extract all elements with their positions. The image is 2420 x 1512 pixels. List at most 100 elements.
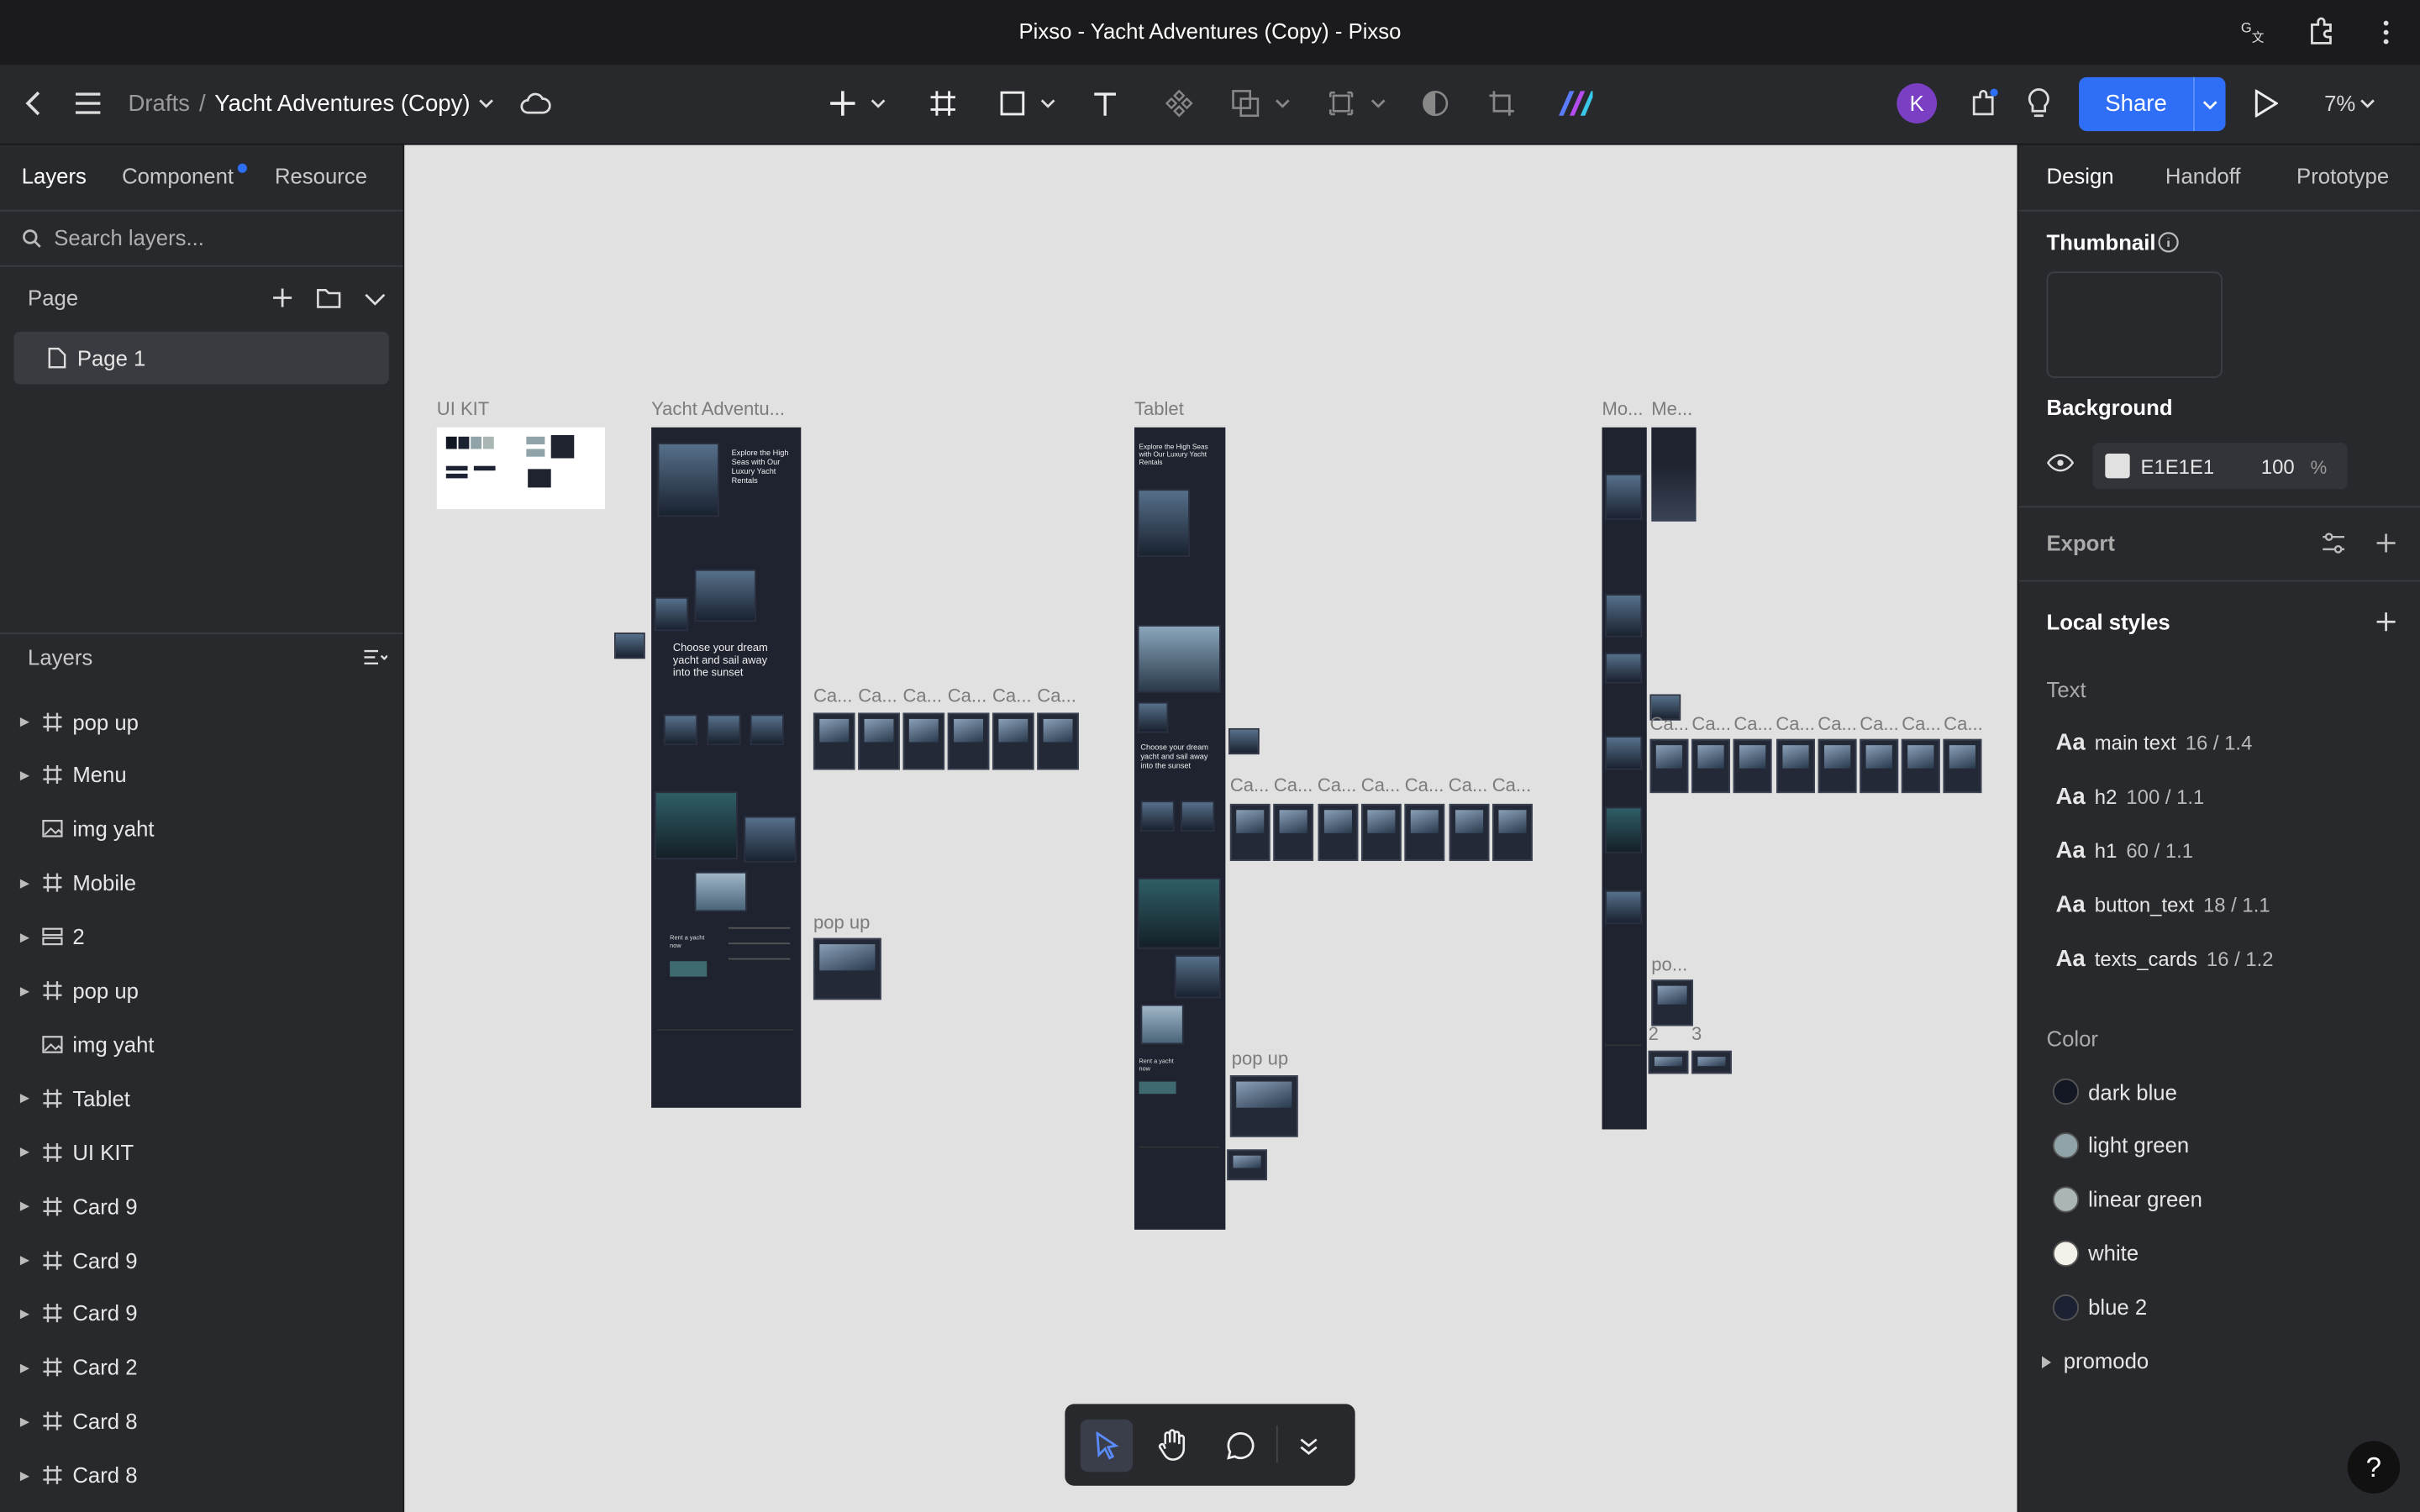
add-page-icon[interactable] [271, 287, 293, 309]
popup-frame[interactable] [813, 937, 881, 1000]
frame-label-card[interactable]: Ca... [1492, 774, 1532, 796]
card-frame[interactable] [1229, 803, 1270, 861]
caret-right-icon[interactable]: ▶ [20, 1252, 29, 1267]
add-style-icon[interactable] [2375, 611, 2397, 633]
boolean-icon[interactable] [1228, 65, 1262, 142]
ai-plugin-icon[interactable] [1555, 65, 1596, 142]
background-swatch[interactable] [2105, 453, 2130, 479]
card-frame[interactable] [1404, 803, 1445, 861]
frame-label-card[interactable]: Ca... [1776, 713, 1815, 735]
chevron-down-icon[interactable] [2195, 99, 2226, 109]
chevron-double-down-icon[interactable] [1300, 1436, 1318, 1455]
caret-right-icon[interactable]: ▶ [20, 1091, 29, 1105]
card-frame[interactable] [947, 712, 990, 770]
help-button[interactable]: ? [2347, 1441, 2401, 1494]
card-frame[interactable] [1649, 738, 1689, 794]
tab-handoff[interactable]: Handoff [2165, 164, 2241, 188]
hand-tool-icon[interactable] [1158, 1429, 1189, 1462]
component-icon[interactable] [1162, 65, 1196, 142]
auto-layout-icon[interactable] [1324, 65, 1358, 142]
card-frame[interactable] [1902, 738, 1941, 794]
layer-row[interactable]: ▶ 2 [0, 910, 402, 963]
card-frame[interactable] [1037, 712, 1079, 770]
text-style-item[interactable]: Aa texts_cards 16 / 1.2 [2056, 945, 2274, 971]
layer-row[interactable]: ▶ UI KIT [0, 1125, 402, 1179]
chevron-down-icon[interactable] [364, 293, 386, 306]
background-opacity[interactable]: 100 [2261, 455, 2295, 479]
tab-component[interactable]: Component [122, 164, 234, 188]
card-frame[interactable] [858, 712, 900, 770]
thumbnail-placeholder[interactable] [2046, 271, 2223, 378]
card-frame[interactable] [1448, 803, 1489, 861]
frame-label-desktop[interactable]: Yacht Adventu... [651, 398, 785, 420]
chevron-down-icon[interactable] [1369, 65, 1387, 142]
caret-right-icon[interactable]: ▶ [20, 1307, 29, 1321]
add-icon[interactable] [826, 65, 860, 142]
translate-icon[interactable]: G文 [2241, 18, 2265, 44]
tab-design[interactable]: Design [2047, 164, 2114, 188]
layer-row[interactable]: img yaht [0, 1017, 402, 1071]
layer-row[interactable]: ▶ Mobile [0, 856, 402, 910]
user-avatar[interactable]: K [1897, 83, 1938, 123]
frame-label-pop-up-short[interactable]: po... [1651, 953, 1687, 975]
text-tool-icon[interactable] [1088, 65, 1122, 142]
more-vertical-icon[interactable] [2380, 18, 2392, 46]
img-yaht-thumb[interactable] [1228, 727, 1260, 755]
file-name[interactable]: Yacht Adventures (Copy) [214, 65, 470, 142]
canvas[interactable]: UI KIT Yacht Adventu... Explore the High… [404, 144, 2018, 1512]
chevron-down-icon[interactable] [2359, 65, 2377, 142]
frame-desktop[interactable]: Explore the High Seas with Our Luxury Ya… [651, 427, 802, 1108]
frame-label-card[interactable]: Ca... [858, 685, 897, 707]
chevron-down-icon[interactable] [1273, 65, 1292, 142]
frame-label-card[interactable]: Ca... [902, 685, 942, 707]
play-icon[interactable] [2249, 65, 2282, 142]
layer-row[interactable]: ▶ Tablet [0, 1071, 402, 1125]
frame-label-pop-up[interactable]: pop up [1232, 1047, 1288, 1069]
popup-frame[interactable] [1651, 979, 1693, 1026]
caret-right-icon[interactable] [2041, 1356, 2052, 1369]
text-style-item[interactable]: Aa h2 100 / 1.1 [2056, 784, 2205, 810]
frame-label-ui-kit[interactable]: UI KIT [437, 398, 489, 420]
breadcrumb-drafts[interactable]: Drafts [128, 65, 189, 142]
card-frame[interactable] [813, 712, 855, 770]
caret-right-icon[interactable]: ▶ [20, 1415, 29, 1429]
chevron-down-icon[interactable] [869, 65, 887, 142]
mask-icon[interactable] [1418, 65, 1452, 142]
layer-row[interactable]: ▶ Card 9 [0, 1287, 402, 1341]
card-frame[interactable] [1860, 738, 1899, 794]
text-style-item[interactable]: Aa h1 60 / 1.1 [2056, 837, 2194, 864]
layer-row[interactable]: img yaht [0, 802, 402, 856]
card-frame[interactable] [1691, 738, 1731, 794]
frame-label-card[interactable]: Ca... [992, 685, 1032, 707]
zoom-level[interactable]: 7% [2324, 65, 2355, 142]
background-color-field[interactable]: E1E1E1 100 % [2092, 443, 2348, 490]
color-style-item[interactable]: linear green [2052, 1186, 2202, 1213]
caret-right-icon[interactable]: ▶ [20, 1361, 29, 1375]
frame-label-card[interactable]: Ca... [1733, 713, 1773, 735]
frame-label-mobile[interactable]: Mo... [1602, 398, 1644, 420]
caret-right-icon[interactable]: ▶ [20, 768, 29, 782]
frame-label-card[interactable]: Ca... [1318, 774, 1357, 796]
frame-label-pop-up[interactable]: pop up [813, 912, 870, 934]
layer-options-icon[interactable] [363, 648, 388, 668]
folder-icon[interactable] [317, 287, 341, 309]
frame-label-card[interactable]: Ca... [1860, 713, 1899, 735]
move-tool-icon[interactable] [1080, 1419, 1134, 1473]
frame-mobile[interactable] [1602, 427, 1647, 1130]
frame-label-card[interactable]: Ca... [1037, 685, 1076, 707]
lightbulb-icon[interactable] [2022, 65, 2055, 142]
card-frame[interactable] [902, 712, 945, 770]
frame-label-menu[interactable]: Me... [1651, 398, 1692, 420]
frame-label-card[interactable]: Ca... [1944, 713, 1983, 735]
caret-right-icon[interactable]: ▶ [20, 984, 29, 998]
card-frame[interactable] [1491, 803, 1533, 861]
text-style-item[interactable]: Aa main text 16 / 1.4 [2056, 730, 2253, 756]
frame-label-tablet[interactable]: Tablet [1134, 398, 1184, 420]
extension-icon[interactable] [2307, 17, 2335, 45]
frame-label-3[interactable]: 3 [1691, 1023, 1702, 1045]
popup-frame[interactable] [1229, 1075, 1298, 1137]
card-frame[interactable] [1273, 803, 1314, 861]
card-frame[interactable] [1360, 803, 1402, 861]
crop-icon[interactable] [1485, 65, 1518, 142]
caret-right-icon[interactable]: ▶ [20, 876, 29, 890]
